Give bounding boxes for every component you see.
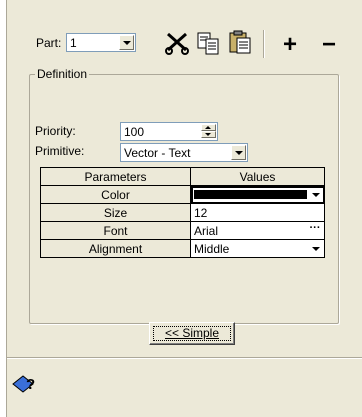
definition-legend: Definition [35, 67, 90, 81]
grid-header-values: Values [190, 167, 325, 186]
primitive-label: Primitive: [35, 144, 85, 158]
alignment-value: Middle [194, 241, 230, 256]
simple-mode-label: << Simple [164, 326, 220, 340]
remove-part-button[interactable]: − [322, 33, 336, 57]
simple-mode-button[interactable]: << Simple [149, 322, 235, 345]
chevron-down-icon[interactable] [312, 247, 320, 251]
toolbar-separator [263, 30, 264, 58]
param-name: Alignment [40, 239, 191, 258]
grid-header-parameters: Parameters [40, 167, 191, 186]
alignment-value-cell[interactable]: Middle [190, 239, 325, 258]
color-value-cell[interactable] [190, 185, 325, 204]
param-name: Size [40, 203, 191, 222]
copy-icon[interactable] [195, 30, 221, 56]
font-browse-button[interactable]: ··· [308, 223, 322, 238]
size-value-cell[interactable]: 12 [190, 203, 325, 222]
help-question-icon[interactable]: ? [11, 372, 39, 394]
primitive-select-dropdown-button[interactable] [231, 145, 246, 160]
parameters-grid: Parameters Values Color Size 12 Font Ari… [40, 167, 325, 258]
font-value: Arial [194, 223, 219, 238]
priority-value: 100 [124, 125, 145, 139]
table-row: Size 12 [40, 203, 325, 222]
param-name: Color [40, 185, 191, 204]
table-row: Color [40, 185, 325, 204]
paste-icon[interactable] [227, 29, 253, 55]
priority-decrement-button[interactable] [201, 131, 216, 138]
priority-spin-buttons[interactable] [201, 124, 216, 139]
priority-increment-button[interactable] [201, 124, 216, 131]
priority-label: Priority: [35, 124, 76, 138]
primitive-select-value: Vector - Text [124, 146, 191, 160]
font-value-cell[interactable]: Arial ··· [190, 221, 325, 240]
part-select-dropdown-button[interactable] [119, 35, 134, 50]
left-edge-shadow [6, 0, 7, 417]
grid-header-row: Parameters Values [40, 167, 325, 186]
chevron-down-icon[interactable] [312, 193, 320, 197]
svg-text:?: ? [26, 376, 35, 393]
priority-spinner[interactable]: 100 [120, 122, 218, 141]
part-select[interactable]: 1 [66, 33, 136, 52]
part-label: Part: [36, 36, 62, 50]
bottom-separator [7, 357, 362, 358]
scissors-icon[interactable] [164, 30, 190, 56]
color-swatch [194, 190, 307, 199]
primitive-select[interactable]: Vector - Text [120, 143, 248, 162]
table-row: Alignment Middle [40, 239, 325, 258]
part-select-value: 1 [70, 36, 77, 50]
table-row: Font Arial ··· [40, 221, 325, 240]
add-part-button[interactable]: + [283, 33, 297, 57]
param-name: Font [40, 221, 191, 240]
